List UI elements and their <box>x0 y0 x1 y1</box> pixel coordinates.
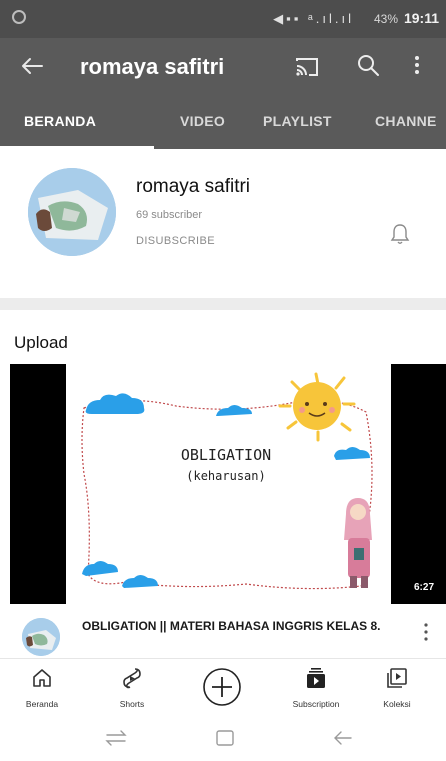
girl-character <box>344 498 372 588</box>
status-time: 19:11 <box>403 10 439 26</box>
home-icon <box>33 669 51 687</box>
nav-item-subscription[interactable]: Subscription <box>276 659 356 715</box>
bottom-navigation: Beranda Shorts Subscription Koleksi <box>0 658 446 715</box>
video-info-row[interactable]: OBLIGATION || MATERI BAHASA INGGRIS KELA… <box>0 604 446 658</box>
video-channel-avatar[interactable] <box>22 618 60 656</box>
nav-item-beranda[interactable]: Beranda <box>2 659 82 715</box>
section-heading-upload: Upload <box>14 333 68 352</box>
unsubscribe-button[interactable]: DISUBSCRIBE <box>136 235 215 247</box>
app-bar: romaya safitri <box>0 38 446 95</box>
tab-playlist[interactable]: PLAYLIST <box>263 113 332 129</box>
status-signal-icons: ◀▪▪ ᵃ.ıl.ıl <box>273 11 354 26</box>
subscriptions-icon <box>307 668 325 688</box>
video-duration-badge: 6:27 <box>409 580 438 595</box>
library-icon <box>387 668 407 688</box>
thumbnail-artwork: OBLIGATION (keharusan) <box>66 364 391 604</box>
thumbnail-title-text: OBLIGATION <box>181 446 271 464</box>
video-title[interactable]: OBLIGATION || MATERI BAHASA INGGRIS KELA… <box>82 619 404 634</box>
nav-item-shorts[interactable]: Shorts <box>92 659 172 715</box>
home-button-icon[interactable] <box>215 729 235 747</box>
page-title: romaya safitri <box>80 54 225 79</box>
system-navigation-bar <box>0 714 446 761</box>
tab-video[interactable]: VIDEO <box>180 113 225 129</box>
section-divider <box>0 298 446 310</box>
nav-label-koleksi: Koleksi <box>383 699 411 709</box>
system-back-icon[interactable] <box>331 728 355 748</box>
shorts-icon <box>123 668 141 689</box>
active-tab-indicator <box>0 146 154 149</box>
thumbnail-subtitle-text: (keharusan) <box>186 469 265 483</box>
nav-label-subscription: Subscription <box>292 699 340 709</box>
more-vert-icon[interactable] <box>405 50 429 80</box>
create-icon[interactable] <box>200 665 244 709</box>
channel-tabs: BERANDA VIDEO PLAYLIST CHANNE <box>0 95 446 149</box>
status-notification-icon <box>12 10 26 24</box>
notification-bell-icon[interactable] <box>389 222 411 246</box>
video-more-vert-icon[interactable] <box>422 621 430 643</box>
channel-name: romaya safitri <box>136 176 251 197</box>
battery-percentage: 43% <box>373 12 398 26</box>
tab-beranda[interactable]: BERANDA <box>24 113 96 129</box>
nav-label-beranda: Beranda <box>25 699 59 709</box>
nav-label-shorts: Shorts <box>119 699 145 709</box>
recent-apps-icon[interactable] <box>103 728 129 748</box>
channel-avatar[interactable] <box>28 168 116 256</box>
tab-channels[interactable]: CHANNE <box>375 113 437 129</box>
nav-item-koleksi[interactable]: Koleksi <box>357 659 437 715</box>
cast-icon[interactable] <box>292 52 322 82</box>
search-icon[interactable] <box>353 50 383 80</box>
subscriber-count: 69 subscriber <box>136 209 203 221</box>
status-bar: ◀▪▪ ᵃ.ıl.ıl 43% 19:11 <box>0 0 446 38</box>
video-thumbnail[interactable]: OBLIGATION (keharusan) 6:27 <box>10 364 446 604</box>
back-arrow-icon[interactable] <box>14 48 50 84</box>
